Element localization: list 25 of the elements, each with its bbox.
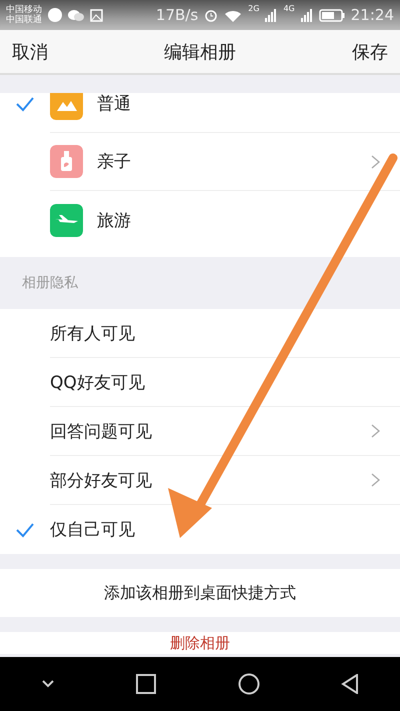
cancel-button[interactable]: 取消 [12, 40, 48, 64]
collapse-icon[interactable] [40, 679, 55, 689]
chat-icon [68, 8, 84, 22]
network-type: 4G [283, 4, 295, 13]
signal-icon [265, 8, 278, 22]
recent-apps-icon[interactable] [136, 674, 156, 694]
carrier-name: 中国联通 [6, 15, 42, 25]
network-speed: 17B/s [156, 6, 198, 24]
bottle-icon [50, 145, 83, 178]
back-icon[interactable] [341, 674, 360, 694]
alarm-icon [204, 8, 218, 22]
page-title: 编辑相册 [164, 40, 236, 64]
landscape-icon [50, 93, 83, 120]
add-shortcut-button[interactable]: 添加该相册到桌面快捷方式 [0, 569, 400, 617]
save-button[interactable]: 保存 [352, 40, 388, 64]
clock: 21:24 [350, 6, 394, 24]
home-icon[interactable] [238, 673, 260, 695]
signal-icon [300, 8, 313, 22]
network-type: 2G [248, 4, 260, 13]
wifi-icon [224, 8, 242, 22]
plane-icon [50, 204, 83, 236]
battery-icon [318, 8, 345, 22]
carrier-name: 中国移动 [6, 5, 42, 15]
image-icon [90, 8, 103, 22]
delete-album-button[interactable]: 删除相册 [0, 632, 400, 654]
